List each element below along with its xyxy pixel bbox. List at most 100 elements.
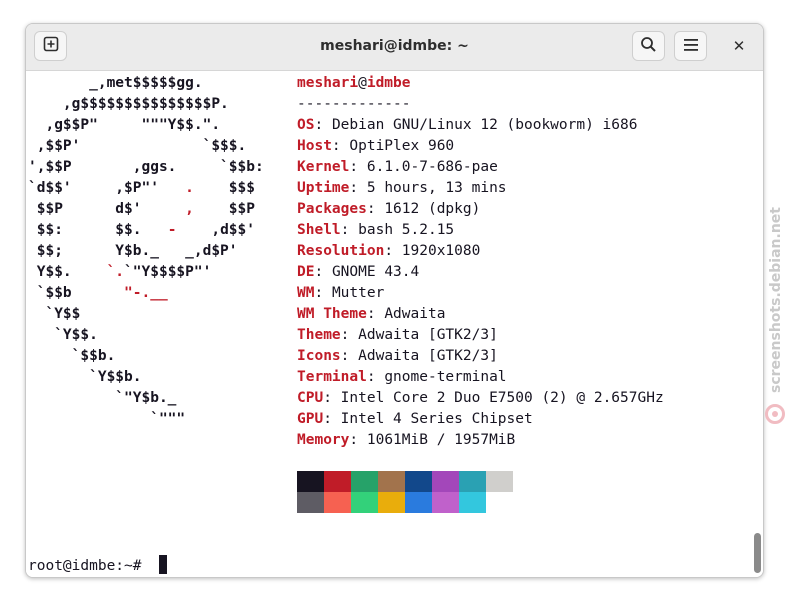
info-key: Shell: [297, 222, 341, 238]
info-value: Mutter: [331, 285, 385, 301]
search-icon: [640, 36, 657, 57]
info-row: Uptime: 5 hours, 13 mins: [297, 180, 507, 196]
info-key: CPU: [297, 390, 324, 406]
palette-swatch-bright: [405, 492, 432, 513]
logo-segment: `"Y$b._: [28, 390, 177, 406]
info-key: WM: [297, 285, 315, 301]
logo-segment: `d$$' ,$P"': [28, 180, 186, 196]
info-key: WM Theme: [297, 306, 367, 322]
logo-segment: .: [185, 180, 194, 196]
palette-swatch-bright: [432, 492, 459, 513]
info-at: @: [358, 75, 367, 91]
info-value: Intel Core 2 Duo E7500 (2) @ 2.657GHz: [340, 390, 664, 406]
logo-segment: `Y$$.: [28, 327, 98, 343]
palette-swatch-bright: [351, 492, 378, 513]
logo-segment: `Y$$b.: [28, 369, 142, 385]
info-row: WM: Mutter: [297, 285, 385, 301]
info-value: 5 hours, 13 mins: [366, 180, 507, 196]
logo-segment: _,met$$$$$gg.: [28, 75, 203, 91]
info-value: bash 5.2.15: [358, 222, 455, 238]
close-icon: ✕: [732, 37, 746, 55]
logo-segment: `$$b.: [28, 348, 116, 364]
logo-segment: `"Y$$$$P"': [124, 264, 212, 280]
info-value: 1061MiB / 1957MiB: [366, 432, 516, 448]
info-row: Packages: 1612 (dpkg): [297, 201, 481, 217]
info-row: Terminal: gnome-terminal: [297, 369, 507, 385]
info-user: meshari: [297, 75, 359, 91]
logo-segment: `""": [28, 411, 186, 427]
info-key: Uptime: [297, 180, 350, 196]
shell-prompt[interactable]: root@idmbe:~#: [28, 555, 168, 576]
palette-swatch-bright: [486, 492, 513, 513]
palette-swatch-dark: [405, 471, 432, 492]
scrollbar-thumb[interactable]: [754, 533, 761, 573]
info-key: OS: [297, 117, 315, 133]
logo-segment: $$; Y$b._ _,d$P': [28, 243, 238, 259]
info-row: Icons: Adwaita [GTK2/3]: [297, 348, 498, 364]
info-value: gnome-terminal: [384, 369, 507, 385]
info-key: Kernel: [297, 159, 350, 175]
text-cursor: [159, 555, 168, 574]
menu-button[interactable]: [674, 31, 707, 61]
info-key: Host: [297, 138, 332, 154]
palette-swatch-dark: [486, 471, 513, 492]
info-value: Adwaita [GTK2/3]: [358, 327, 498, 343]
info-key: DE: [297, 264, 315, 280]
info-key: Theme: [297, 327, 341, 343]
info-value: 1612 (dpkg): [384, 201, 481, 217]
info-row: Kernel: 6.1.0-7-686-pae: [297, 159, 498, 175]
palette-swatch-dark: [378, 471, 405, 492]
info-value: Adwaita [GTK2/3]: [358, 348, 498, 364]
logo-segment: $$P d$': [28, 201, 186, 217]
info-value: GNOME 43.4: [331, 264, 420, 280]
hamburger-menu-icon: [683, 37, 699, 56]
info-key: Terminal: [297, 369, 367, 385]
terminal-content[interactable]: _,met$$$$$gg. ,g$$$$$$$$$$$$$$$P. ,g$$P"…: [26, 71, 763, 577]
prompt-text: root@idmbe:~#: [28, 558, 151, 574]
watermark-text: screenshots.debian.net: [768, 207, 784, 393]
color-palette: [297, 471, 513, 513]
info-host: idmbe: [366, 75, 411, 91]
debian-swirl-icon: [765, 404, 785, 424]
palette-swatch-bright: [459, 492, 486, 513]
logo-segment: $$: $$.: [28, 222, 168, 238]
info-row: Resolution: 1920x1080: [297, 243, 481, 259]
watermark: screenshots.debian.net: [762, 190, 788, 430]
info-value: 1920x1080: [401, 243, 481, 259]
logo-segment: ,d$$': [176, 222, 255, 238]
logo-segment: ,g$$$$$$$$$$$$$$$P.: [28, 96, 229, 112]
user-host-line: meshari@idmbe: [297, 73, 664, 94]
info-row: CPU: Intel Core 2 Duo E7500 (2) @ 2.657G…: [297, 390, 664, 406]
info-key: Packages: [297, 201, 367, 217]
terminal-window: meshari@idmbe: ~ ✕ _,met$$$$$gg. ,g$$$$$…: [25, 23, 764, 578]
logo-segment: `$$b: [28, 285, 125, 301]
system-info: meshari@idmbe ------------- OS: Debian G…: [297, 73, 664, 451]
logo-segment: ',$$P ,ggs. `$$b:: [28, 159, 264, 175]
logo-segment: ,$$P' `$$$.: [28, 138, 247, 154]
logo-segment: $$$: [193, 180, 255, 196]
info-row: DE: GNOME 43.4: [297, 264, 420, 280]
logo-segment: `.: [106, 264, 125, 280]
palette-row-dark: [297, 471, 513, 492]
palette-swatch-dark: [459, 471, 486, 492]
info-value: Intel 4 Series Chipset: [340, 411, 533, 427]
info-value: Debian GNU/Linux 12 (bookworm) i686: [331, 117, 638, 133]
info-row: GPU: Intel 4 Series Chipset: [297, 411, 533, 427]
separator-line: -------------: [297, 96, 411, 112]
info-value: 6.1.0-7-686-pae: [366, 159, 498, 175]
search-button[interactable]: [632, 31, 665, 61]
palette-swatch-dark: [351, 471, 378, 492]
info-row: WM Theme: Adwaita: [297, 306, 446, 322]
palette-swatch-dark: [432, 471, 459, 492]
info-key: Resolution: [297, 243, 385, 259]
info-row: Memory: 1061MiB / 1957MiB: [297, 432, 516, 448]
info-row: OS: Debian GNU/Linux 12 (bookworm) i686: [297, 117, 638, 133]
palette-row-bright: [297, 492, 513, 513]
debian-ascii-logo: _,met$$$$$gg. ,g$$$$$$$$$$$$$$$P. ,g$$P"…: [28, 73, 264, 430]
palette-swatch-bright: [324, 492, 351, 513]
close-button[interactable]: ✕: [725, 32, 753, 60]
info-row: Shell: bash 5.2.15: [297, 222, 455, 238]
logo-segment: ,: [185, 201, 194, 217]
info-value: OptiPlex 960: [349, 138, 455, 154]
info-value: Adwaita: [384, 306, 446, 322]
